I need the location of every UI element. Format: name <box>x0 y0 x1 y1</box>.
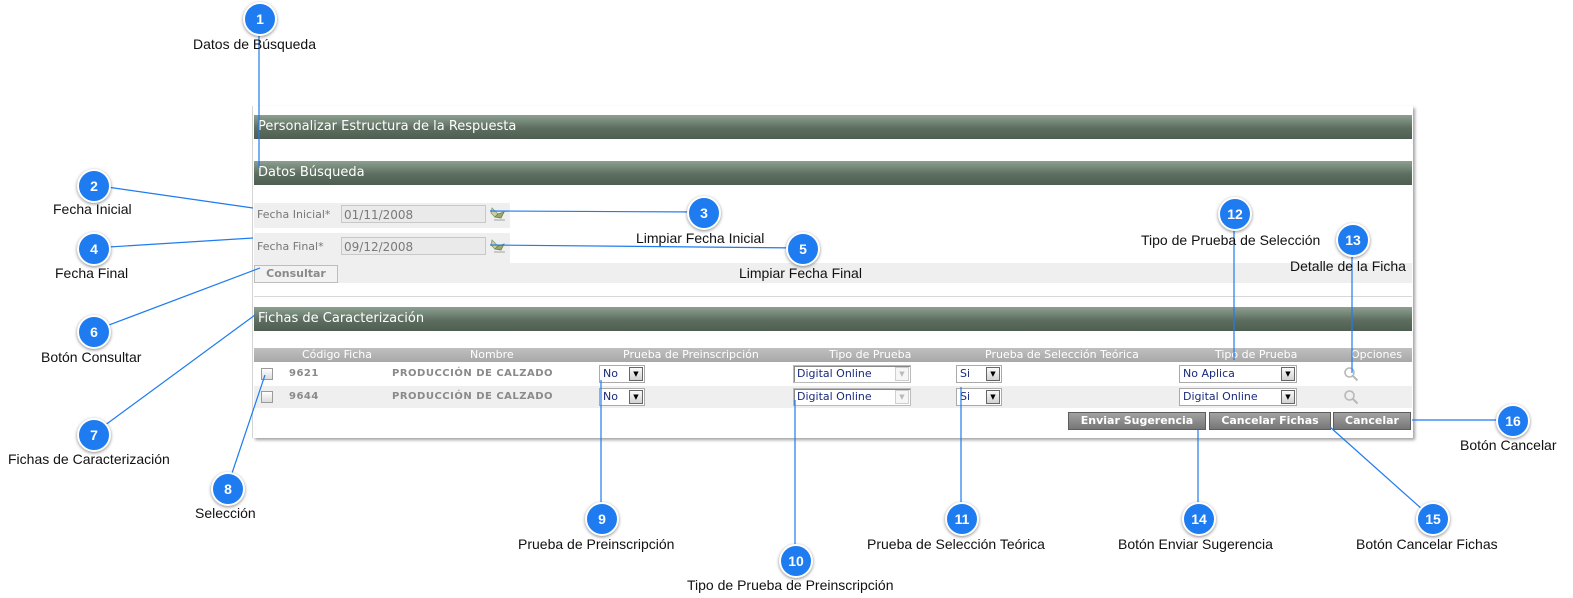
codigo-ficha-cell: 9644 <box>289 391 319 402</box>
callout-badge-5: 5 <box>786 232 820 266</box>
callout-label-7: Fichas de Caracterización <box>8 451 170 467</box>
fecha-inicial-input[interactable]: 01/11/2008 <box>341 205 486 223</box>
tipo-prueba-preinscripcion-select: Digital Online ▼ <box>793 388 911 406</box>
cancelar-button[interactable]: Cancelar <box>1333 412 1411 430</box>
prueba-seleccion-teorica-select[interactable]: Si ▼ <box>956 388 1002 406</box>
col-nombre: Nombre <box>470 348 514 361</box>
fecha-final-label: Fecha Final* <box>257 240 324 253</box>
row-select-checkbox[interactable] <box>261 391 273 403</box>
tipo-prueba-preinscripcion-value: Digital Online <box>797 390 872 403</box>
fichas-table-header: Código Ficha Nombre Prueba de Preinscrip… <box>254 348 1412 362</box>
section-divider <box>254 296 1412 297</box>
callout-badge-13: 13 <box>1336 223 1370 257</box>
table-row: 9621 PRODUCCIÓN DE CALZADO No ▼ Digital … <box>254 363 1412 385</box>
callout-badge-10: 10 <box>779 544 813 578</box>
callout-label-3: Limpiar Fecha Inicial <box>636 230 765 246</box>
tipo-prueba-seleccion-select[interactable]: Digital Online ▼ <box>1179 388 1297 406</box>
callout-badge-15: 15 <box>1416 502 1450 536</box>
datos-busqueda-title: Datos Búsqueda <box>258 165 365 180</box>
prueba-preinscripcion-select[interactable]: No ▼ <box>599 388 645 406</box>
callout-label-1: Datos de Búsqueda <box>193 36 316 52</box>
window-title: Personalizar Estructura de la Respuesta <box>258 119 517 134</box>
callout-label-8: Selección <box>195 505 256 521</box>
magnifier-icon[interactable] <box>1343 389 1359 405</box>
callout-badge-8: 8 <box>211 472 245 506</box>
callout-label-2: Fecha Inicial <box>53 201 132 217</box>
window-title-bar: Personalizar Estructura de la Respuesta <box>254 115 1412 139</box>
tipo-prueba-preinscripcion-select: Digital Online ▼ <box>793 365 911 383</box>
enviar-sugerencia-button[interactable]: Enviar Sugerencia <box>1068 412 1206 430</box>
prueba-seleccion-teorica-select[interactable]: Si ▼ <box>956 365 1002 383</box>
col-opciones: Opciones <box>1351 348 1402 361</box>
dropdown-arrow-icon: ▼ <box>895 390 909 404</box>
prueba-seleccion-teorica-value: Si <box>960 390 971 403</box>
callout-badge-3: 3 <box>687 196 721 230</box>
tipo-prueba-preinscripcion-value: Digital Online <box>797 367 872 380</box>
col-codigo-ficha: Código Ficha <box>302 348 373 361</box>
fecha-inicial-label: Fecha Inicial* <box>257 208 331 221</box>
callout-badge-1: 1 <box>243 2 277 36</box>
tipo-prueba-seleccion-value: No Aplica <box>1183 367 1235 380</box>
row-select-checkbox[interactable] <box>261 368 273 380</box>
callout-label-16: Botón Cancelar <box>1460 437 1557 453</box>
dropdown-arrow-icon: ▼ <box>986 390 1000 404</box>
tipo-prueba-seleccion-value: Digital Online <box>1183 390 1258 403</box>
dropdown-arrow-icon: ▼ <box>629 367 643 381</box>
callout-badge-16: 16 <box>1496 404 1530 438</box>
col-prueba-seleccion-teorica: Prueba de Selección Teórica <box>985 348 1139 361</box>
callout-label-9: Prueba de Preinscripción <box>518 536 675 552</box>
nombre-cell: PRODUCCIÓN DE CALZADO <box>392 391 554 402</box>
col-prueba-preinscripcion: Prueba de Preinscripción <box>623 348 759 361</box>
dropdown-arrow-icon: ▼ <box>895 367 909 381</box>
callout-label-12: Tipo de Prueba de Selección <box>1141 232 1321 248</box>
clear-fecha-inicial-icon[interactable] <box>489 205 507 223</box>
callout-badge-12: 12 <box>1218 197 1252 231</box>
callout-label-13: Detalle de la Ficha <box>1290 258 1406 274</box>
nombre-cell: PRODUCCIÓN DE CALZADO <box>392 368 554 379</box>
fichas-header: Fichas de Caracterización <box>254 307 1412 331</box>
callout-label-6: Botón Consultar <box>41 349 142 365</box>
dropdown-arrow-icon: ▼ <box>1281 367 1295 381</box>
cancelar-fichas-button[interactable]: Cancelar Fichas <box>1209 412 1331 430</box>
magnifier-icon[interactable] <box>1343 366 1359 382</box>
dropdown-arrow-icon: ▼ <box>1281 390 1295 404</box>
callout-label-4: Fecha Final <box>55 265 129 281</box>
prueba-preinscripcion-value: No <box>603 367 618 380</box>
fecha-final-input[interactable]: 09/12/2008 <box>341 237 486 255</box>
tipo-prueba-seleccion-select[interactable]: No Aplica ▼ <box>1179 365 1297 383</box>
callout-badge-14: 14 <box>1182 502 1216 536</box>
codigo-ficha-cell: 9621 <box>289 368 319 379</box>
consultar-button[interactable]: Consultar <box>254 265 338 283</box>
callout-badge-2: 2 <box>77 169 111 203</box>
col-tipo-prueba-preinscripcion: Tipo de Prueba <box>829 348 912 361</box>
dropdown-arrow-icon: ▼ <box>629 390 643 404</box>
callout-label-14: Botón Enviar Sugerencia <box>1118 536 1273 552</box>
fichas-title: Fichas de Caracterización <box>258 311 425 326</box>
callout-badge-11: 11 <box>945 502 979 536</box>
table-row: 9644 PRODUCCIÓN DE CALZADO No ▼ Digital … <box>254 386 1412 408</box>
callout-badge-6: 6 <box>77 315 111 349</box>
callout-label-5: Limpiar Fecha Final <box>739 265 862 281</box>
prueba-preinscripcion-select[interactable]: No ▼ <box>599 365 645 383</box>
prueba-seleccion-teorica-value: Si <box>960 367 971 380</box>
callout-label-11: Prueba de Selección Teórica <box>867 536 1045 552</box>
datos-busqueda-header: Datos Búsqueda <box>254 161 1412 185</box>
callout-badge-4: 4 <box>77 232 111 266</box>
callout-label-15: Botón Cancelar Fichas <box>1356 536 1498 552</box>
prueba-preinscripcion-value: No <box>603 390 618 403</box>
callout-label-10: Tipo de Prueba de Preinscripción <box>687 577 894 593</box>
col-tipo-prueba-seleccion: Tipo de Prueba <box>1215 348 1298 361</box>
clear-fecha-final-icon[interactable] <box>489 237 507 255</box>
dropdown-arrow-icon: ▼ <box>986 367 1000 381</box>
callout-badge-9: 9 <box>585 502 619 536</box>
callout-badge-7: 7 <box>77 418 111 452</box>
